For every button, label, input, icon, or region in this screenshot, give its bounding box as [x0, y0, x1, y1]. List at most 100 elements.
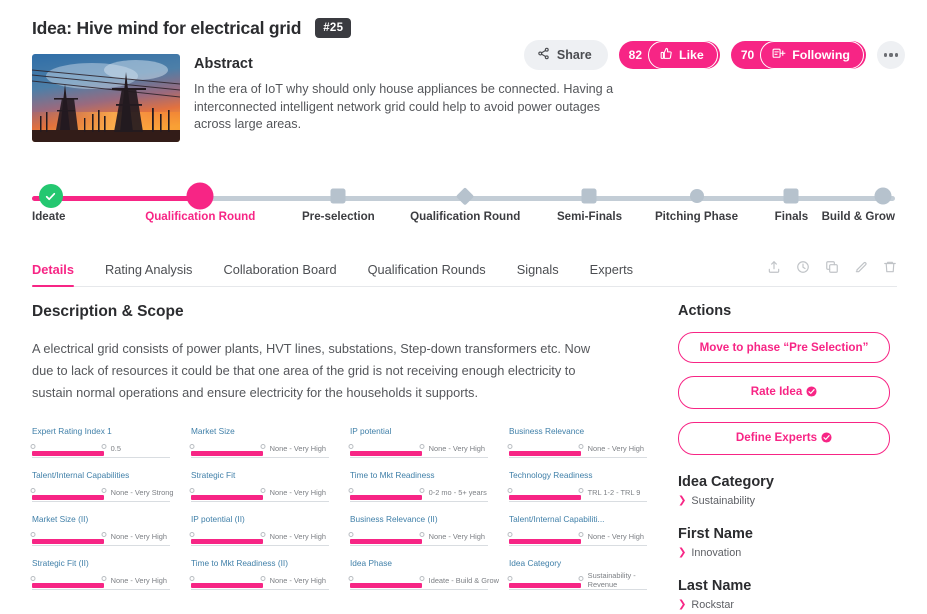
stepper-node-qualification-round[interactable] — [456, 187, 475, 205]
slider-fill — [191, 582, 263, 588]
slider-handle-max[interactable] — [101, 532, 107, 537]
slider-handle-max[interactable] — [419, 532, 425, 537]
slider-handle-max[interactable] — [578, 576, 584, 581]
stepper-node-pitching-phase[interactable] — [689, 189, 704, 203]
rating-slider-control[interactable]: Ideate - Build & Grow — [348, 572, 499, 592]
check-icon — [38, 184, 63, 208]
copy-icon[interactable] — [825, 260, 839, 279]
field-value-row[interactable]: ❯ Sustainability — [678, 495, 890, 507]
slider-handle-min[interactable] — [189, 444, 195, 449]
slider-handle-min[interactable] — [189, 532, 195, 537]
stepper-label: Semi-Finals — [556, 210, 623, 223]
chevron-right-icon: ❯ — [678, 599, 687, 610]
share-button[interactable]: Share — [523, 40, 608, 70]
more-options-button[interactable] — [877, 41, 905, 69]
slider-value: None - Very High — [587, 531, 644, 541]
rating-slider-control[interactable]: None - Very High — [30, 528, 170, 548]
slider-fill — [191, 494, 263, 500]
tab-qualification-rounds[interactable]: Qualification Rounds — [368, 262, 486, 286]
slider-handle-min[interactable] — [30, 444, 36, 449]
rating-slider-control[interactable]: None - Very High — [348, 440, 488, 460]
slider-handle-max[interactable] — [260, 576, 266, 581]
stepper-node-build-grow[interactable] — [874, 187, 892, 205]
rating-slider-control[interactable]: None - Very High — [189, 572, 329, 592]
action-button-move-to-phase-pre-selection[interactable]: Move to phase “Pre Selection” — [678, 332, 890, 363]
stepper-node-semi-finals[interactable] — [581, 188, 597, 204]
following-button[interactable]: 70 Following — [730, 41, 866, 69]
slider-handle-max[interactable] — [260, 444, 266, 449]
slider-scale — [509, 457, 647, 458]
history-clock-icon[interactable] — [796, 260, 810, 279]
tab-collaboration-board[interactable]: Collaboration Board — [223, 262, 336, 286]
slider-value: None - Very High — [269, 487, 326, 497]
field-value-row[interactable]: ❯ Innovation — [678, 547, 890, 559]
slider-handle-max[interactable] — [260, 532, 266, 537]
rating-slider-control[interactable]: Sustainability - Revenue — [507, 572, 647, 592]
slider-handle-min[interactable] — [189, 488, 195, 493]
slider-handle-max[interactable] — [419, 488, 425, 493]
slider-handle-max[interactable] — [419, 444, 425, 449]
main-content: Description & Scope A electrical grid co… — [0, 287, 927, 611]
slider-handle-min[interactable] — [348, 576, 354, 581]
rating-slider-control[interactable]: None - Very High — [30, 572, 170, 592]
rating-slider-control[interactable]: None - Very High — [189, 528, 329, 548]
tab-rating-analysis[interactable]: Rating Analysis — [105, 262, 193, 286]
tab-experts[interactable]: Experts — [590, 262, 633, 286]
slider-fill — [191, 538, 263, 544]
slider-handle-max[interactable] — [101, 576, 107, 581]
slider-value: None - Very High — [269, 443, 326, 453]
slider-handle-min[interactable] — [507, 576, 513, 581]
upload-icon[interactable] — [767, 260, 781, 279]
slider-handle-max[interactable] — [578, 444, 584, 449]
rating-slider-label: Business Relevance — [509, 426, 585, 436]
edit-icon[interactable] — [854, 260, 868, 279]
slider-handle-min[interactable] — [30, 576, 36, 581]
slider-scale — [509, 545, 647, 546]
field-value: Sustainability — [691, 495, 756, 507]
rating-slider-control[interactable]: None - Very High — [348, 528, 488, 548]
slider-handle-min[interactable] — [30, 532, 36, 537]
slider-handle-min[interactable] — [348, 532, 354, 537]
description-body: A electrical grid consists of power plan… — [32, 341, 591, 400]
action-button-rate-idea[interactable]: Rate Idea — [678, 376, 890, 409]
slider-scale — [191, 501, 329, 502]
slider-handle-max[interactable] — [101, 444, 107, 449]
rating-slider-control[interactable]: None - Very Strong — [30, 484, 174, 504]
stepper-label: Finals — [774, 210, 809, 223]
action-button-define-experts[interactable]: Define Experts — [678, 422, 890, 455]
rating-slider-control[interactable]: 0-2 mo - 5+ years — [348, 484, 488, 504]
idea-number-badge: #25 — [315, 18, 352, 38]
slider-handle-max[interactable] — [419, 576, 425, 581]
slider-handle-min[interactable] — [348, 444, 354, 449]
rating-slider-control[interactable]: TRL 1-2 - TRL 9 — [507, 484, 647, 504]
tab-signals[interactable]: Signals — [517, 262, 559, 286]
slider-handle-min[interactable] — [507, 488, 513, 493]
rating-slider-control[interactable]: 0.5 — [30, 440, 170, 460]
slider-handle-max[interactable] — [101, 488, 107, 493]
trash-icon[interactable] — [883, 260, 897, 279]
tab-details[interactable]: Details — [32, 262, 74, 288]
page-title: Idea: Hive mind for electrical grid — [32, 17, 302, 38]
slider-handle-max[interactable] — [578, 488, 584, 493]
stepper-node-ideate[interactable] — [38, 184, 63, 208]
rating-slider-label: IP potential (II) — [191, 514, 245, 524]
stepper-node-finals[interactable] — [783, 188, 799, 204]
rating-slider-control[interactable]: None - Very High — [189, 440, 329, 460]
stepper-node-qualification-round[interactable] — [186, 182, 214, 210]
rating-slider-control[interactable]: None - Very High — [507, 440, 647, 460]
slider-value: None - Very High — [428, 443, 485, 453]
slider-handle-min[interactable] — [507, 444, 513, 449]
rating-slider-label: Time to Mkt Readiness — [350, 470, 435, 480]
slider-handle-max[interactable] — [578, 532, 584, 537]
slider-handle-min[interactable] — [30, 488, 36, 493]
like-button[interactable]: 82 Like — [618, 41, 720, 69]
slider-handle-min[interactable] — [348, 488, 354, 493]
slider-handle-min[interactable] — [189, 576, 195, 581]
slider-fill — [350, 450, 422, 456]
field-value-row[interactable]: ❯ Rockstar — [678, 599, 890, 611]
slider-handle-max[interactable] — [260, 488, 266, 493]
rating-slider-control[interactable]: None - Very High — [507, 528, 647, 548]
stepper-node-pre-selection[interactable] — [330, 188, 346, 204]
rating-slider-control[interactable]: None - Very High — [189, 484, 329, 504]
slider-handle-min[interactable] — [507, 532, 513, 537]
